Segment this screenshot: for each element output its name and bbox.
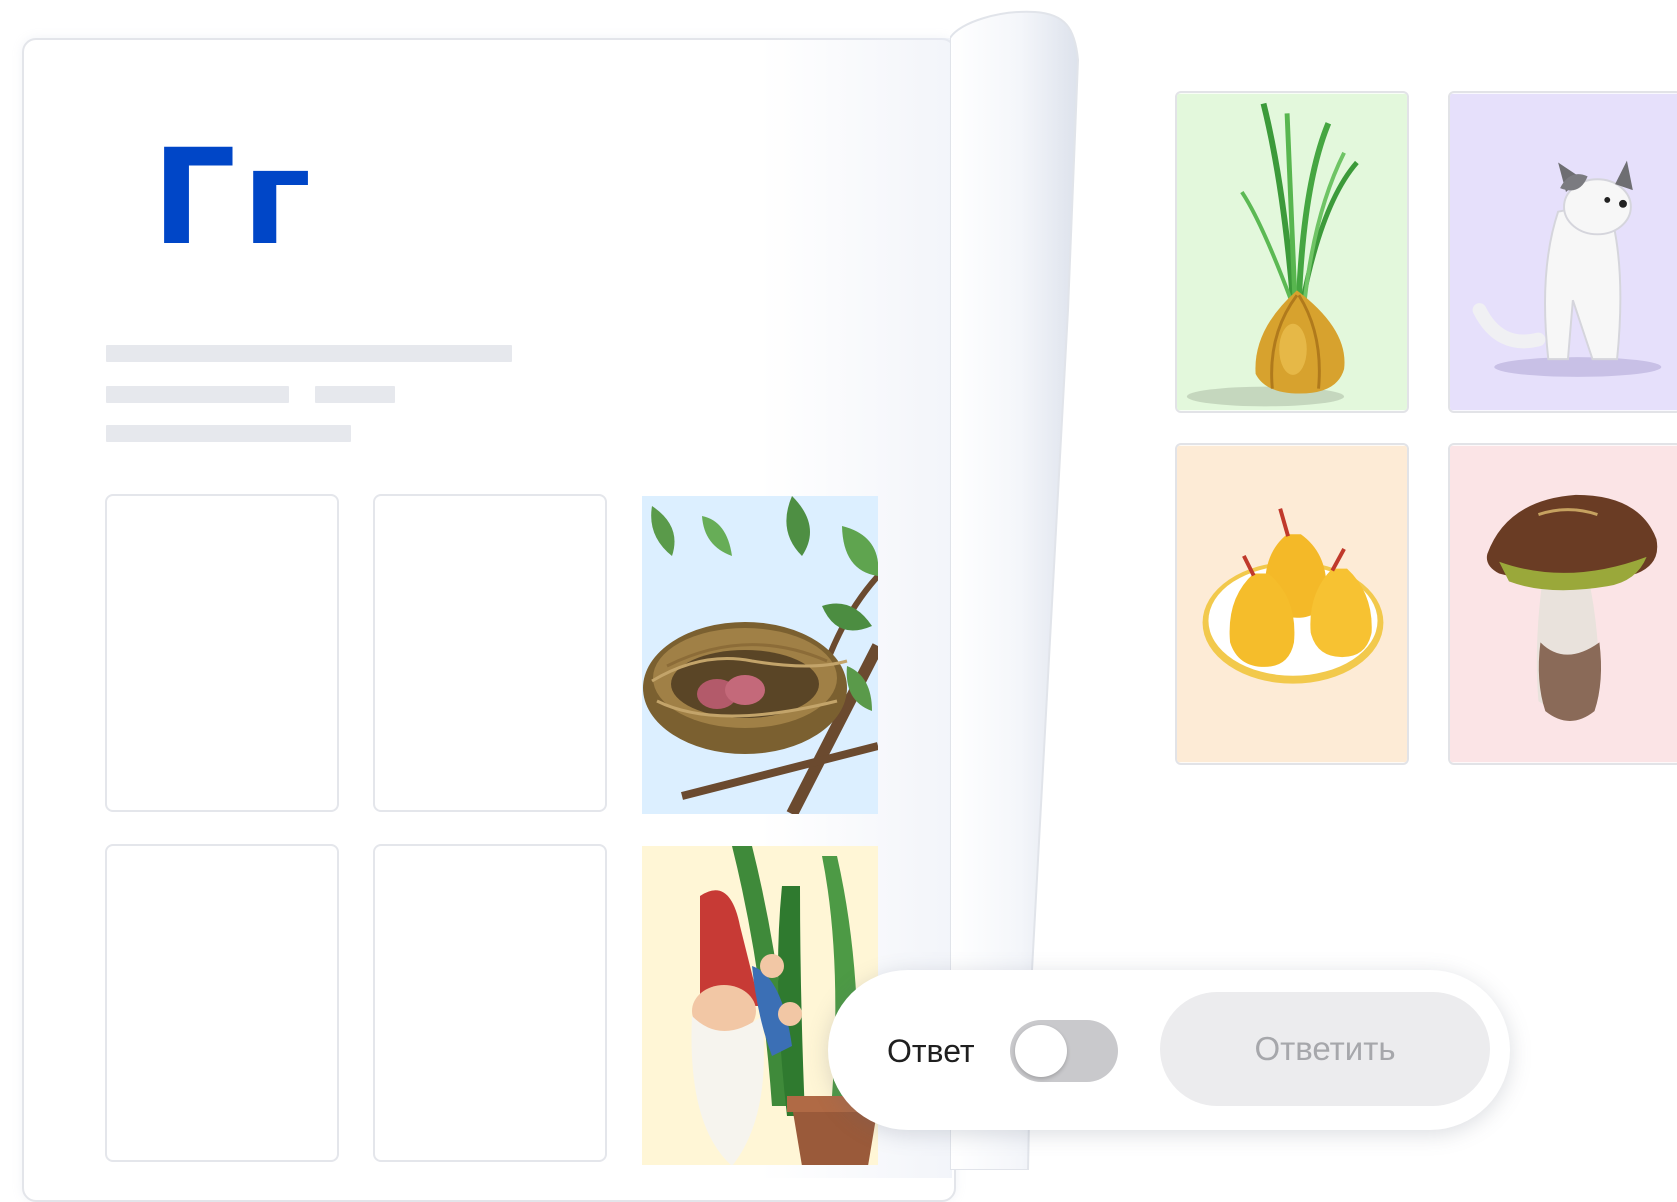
- card-pears[interactable]: [1175, 443, 1409, 765]
- text-placeholder: [315, 386, 395, 403]
- text-placeholder: [106, 425, 351, 442]
- empty-image-slot[interactable]: [105, 844, 339, 1162]
- text-placeholder: [106, 386, 289, 403]
- empty-image-slot[interactable]: [373, 494, 607, 812]
- card-mushroom[interactable]: [1448, 443, 1677, 765]
- toggle-knob: [1015, 1025, 1067, 1077]
- empty-image-slot[interactable]: [105, 494, 339, 812]
- nest-picture: [642, 496, 878, 814]
- empty-image-slot[interactable]: [373, 844, 607, 1162]
- letter-heading: Гг: [152, 121, 318, 275]
- answer-toggle-label: Ответ: [887, 1033, 975, 1069]
- answer-toggle[interactable]: [1010, 1020, 1118, 1082]
- submit-answer-button[interactable]: Ответить: [1160, 992, 1490, 1106]
- card-dog[interactable]: [1448, 91, 1677, 413]
- text-placeholder: [106, 345, 512, 362]
- card-onion[interactable]: [1175, 91, 1409, 413]
